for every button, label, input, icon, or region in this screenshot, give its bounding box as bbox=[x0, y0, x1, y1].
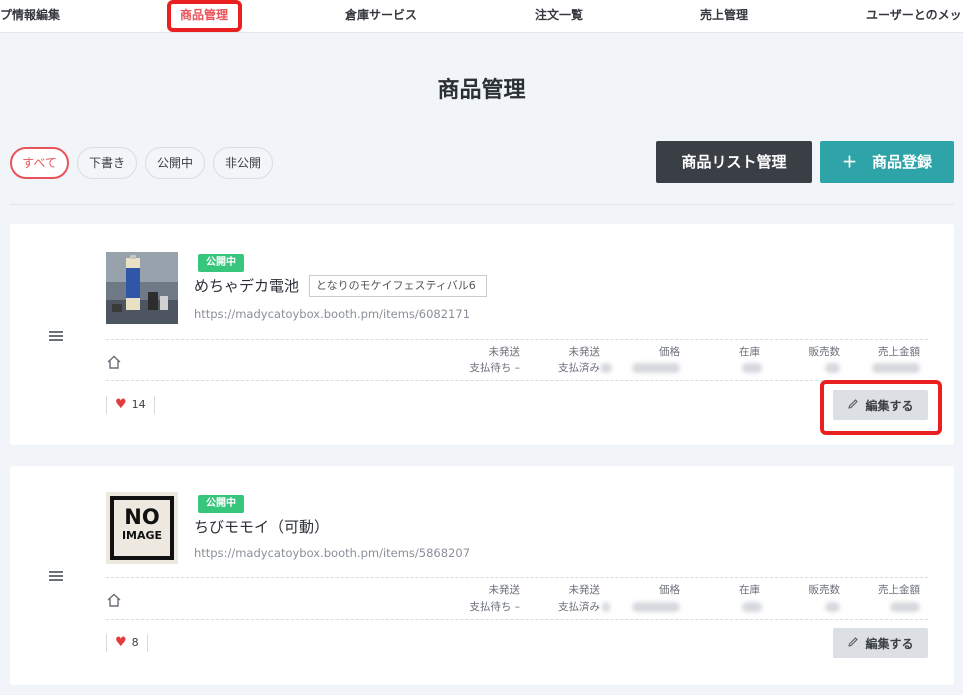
filter-published[interactable]: 公開中 bbox=[145, 147, 205, 179]
divider bbox=[10, 204, 954, 205]
status-badge: 公開中 bbox=[198, 254, 244, 272]
blurred-value bbox=[602, 602, 610, 612]
likes-value: 8 bbox=[131, 636, 139, 649]
top-nav: プ情報編集 商品管理 倉庫サービス 注文一覧 売上管理 ユーザーとのメッ bbox=[0, 0, 963, 33]
stat-label-payment-waiting: 支払待ち – bbox=[469, 601, 520, 613]
filter-private[interactable]: 非公開 bbox=[213, 147, 273, 179]
stat-label-stock: 在庫 bbox=[739, 584, 760, 596]
nav-item-orders[interactable]: 注文一覧 bbox=[535, 0, 583, 30]
edit-button[interactable]: 編集する bbox=[833, 390, 928, 420]
nav-item-messages[interactable]: ユーザーとのメッ bbox=[866, 0, 962, 30]
product-url[interactable]: https://madycatoybox.booth.pm/items/6082… bbox=[194, 307, 470, 321]
dashed-divider bbox=[106, 380, 928, 381]
blurred-value bbox=[600, 363, 612, 373]
heart-icon: ♥ bbox=[115, 635, 127, 650]
dashed-divider bbox=[106, 619, 928, 620]
nav-item-sales[interactable]: 売上管理 bbox=[700, 0, 748, 30]
dashed-divider bbox=[106, 339, 928, 340]
stat-label-sales-amount: 売上金額 bbox=[878, 584, 920, 596]
blurred-value bbox=[632, 363, 680, 373]
stat-label-stock: 在庫 bbox=[739, 346, 760, 358]
heart-icon: ♥ bbox=[115, 397, 127, 412]
likes-count: ♥ 8 bbox=[106, 634, 148, 652]
product-list-manage-button[interactable]: 商品リスト管理 bbox=[656, 141, 812, 183]
page-title: 商品管理 bbox=[437, 78, 526, 103]
product-name[interactable]: めちゃデカ電池 bbox=[194, 275, 299, 296]
blurred-value bbox=[742, 363, 762, 373]
likes-value: 14 bbox=[131, 398, 146, 411]
event-tag: となりのモケイフェスティバル6 bbox=[309, 275, 487, 297]
blurred-value bbox=[742, 602, 762, 612]
stat-label-sales-count: 販売数 bbox=[808, 346, 841, 358]
product-name[interactable]: ちびモモイ（可動） bbox=[194, 516, 329, 537]
stat-label-unshipped: 未発送 bbox=[488, 584, 521, 596]
product-card: NO IMAGE 公開中 ちびモモイ（可動） https://madycatoy… bbox=[10, 466, 954, 685]
no-image-thumbnail[interactable]: NO IMAGE bbox=[106, 492, 178, 564]
edit-button-label: 編集する bbox=[865, 398, 914, 413]
status-badge: 公開中 bbox=[198, 495, 244, 513]
edit-button[interactable]: 編集する bbox=[833, 628, 928, 658]
home-icon bbox=[106, 354, 122, 370]
drag-handle-icon[interactable] bbox=[49, 331, 63, 341]
drag-handle-icon[interactable] bbox=[49, 571, 63, 581]
add-product-button[interactable]: ＋ 商品登録 bbox=[820, 141, 954, 183]
stat-label-sales-amount: 売上金額 bbox=[878, 346, 920, 358]
product-thumbnail[interactable] bbox=[106, 252, 178, 324]
stat-label-unshipped: 未発送 bbox=[568, 346, 601, 358]
filter-all[interactable]: すべて bbox=[10, 147, 69, 179]
dashed-divider bbox=[106, 577, 928, 578]
likes-count: ♥ 14 bbox=[106, 396, 155, 414]
stat-label-paid: 支払済み bbox=[558, 362, 600, 374]
product-card: 公開中 めちゃデカ電池 となりのモケイフェスティバル6 https://mady… bbox=[10, 224, 954, 445]
product-url[interactable]: https://madycatoybox.booth.pm/items/5868… bbox=[194, 546, 470, 560]
blurred-value bbox=[890, 602, 920, 612]
edit-button-label: 編集する bbox=[865, 636, 914, 651]
filter-draft[interactable]: 下書き bbox=[77, 147, 137, 179]
blurred-value bbox=[825, 602, 840, 612]
stat-label-unshipped: 未発送 bbox=[568, 584, 601, 596]
stat-label-paid: 支払済み bbox=[558, 601, 600, 613]
pencil-icon bbox=[847, 398, 859, 413]
stat-label-price: 価格 bbox=[659, 584, 680, 596]
no-image-line2: IMAGE bbox=[121, 529, 163, 542]
stat-label-payment-waiting: 支払待ち – bbox=[469, 362, 520, 374]
no-image-line1: NO bbox=[124, 505, 160, 529]
home-icon bbox=[106, 592, 122, 608]
blurred-value bbox=[825, 363, 840, 373]
nav-item-products[interactable]: 商品管理 bbox=[180, 0, 228, 30]
nav-item-shop-info[interactable]: プ情報編集 bbox=[0, 0, 60, 30]
blurred-value bbox=[872, 363, 920, 373]
stat-label-price: 価格 bbox=[659, 346, 680, 358]
stat-label-unshipped: 未発送 bbox=[488, 346, 521, 358]
pencil-icon bbox=[847, 636, 859, 651]
nav-item-warehouse[interactable]: 倉庫サービス bbox=[345, 0, 417, 30]
blurred-value bbox=[632, 602, 680, 612]
stat-label-sales-count: 販売数 bbox=[808, 584, 841, 596]
